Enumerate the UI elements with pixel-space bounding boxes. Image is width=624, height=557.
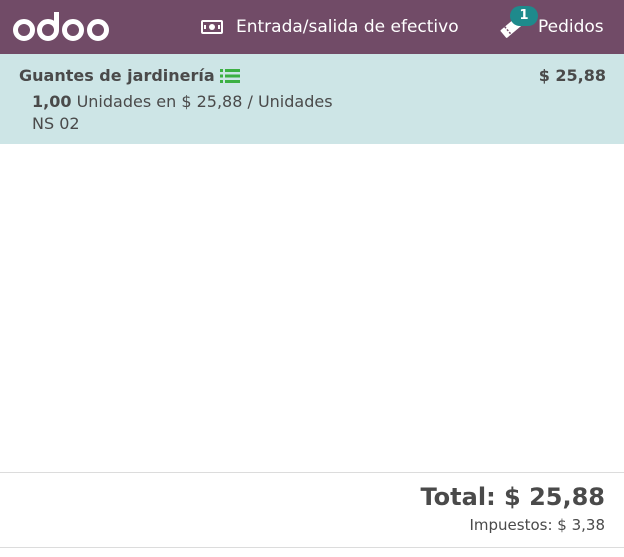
orders-label: Pedidos bbox=[538, 17, 604, 37]
order-total: Total: $ 25,88 bbox=[420, 483, 606, 511]
product-name: Guantes de jardinería bbox=[19, 66, 241, 85]
order-line[interactable]: Guantes de jardinería $ 25,88 1,00 Unida… bbox=[0, 54, 624, 144]
cash-in-out-label: Entrada/salida de efectivo bbox=[236, 17, 459, 37]
line-price: $ 25,88 bbox=[538, 66, 606, 85]
line-quantity: 1,00 bbox=[32, 92, 72, 111]
money-bill-icon bbox=[201, 20, 223, 34]
top-bar: Entrada/salida de efectivo 1 Pedidos bbox=[0, 0, 624, 54]
cash-in-out-button[interactable]: Entrada/salida de efectivo bbox=[201, 0, 459, 54]
orders-count-badge: 1 bbox=[510, 6, 538, 26]
summary-divider bbox=[0, 472, 624, 473]
orders-button[interactable]: 1 Pedidos bbox=[498, 0, 604, 54]
product-name-text: Guantes de jardinería bbox=[19, 66, 215, 85]
line-quantity-info: 1,00 Unidades en $ 25,88 / Unidades bbox=[32, 92, 333, 111]
bottom-divider bbox=[0, 547, 624, 548]
line-unit-info: Unidades en $ 25,88 / Unidades bbox=[71, 92, 333, 111]
odoo-logo bbox=[13, 12, 109, 41]
line-lot-number: NS 02 bbox=[32, 114, 80, 133]
order-taxes: Impuestos: $ 3,38 bbox=[469, 516, 605, 534]
list-icon[interactable] bbox=[219, 68, 241, 84]
